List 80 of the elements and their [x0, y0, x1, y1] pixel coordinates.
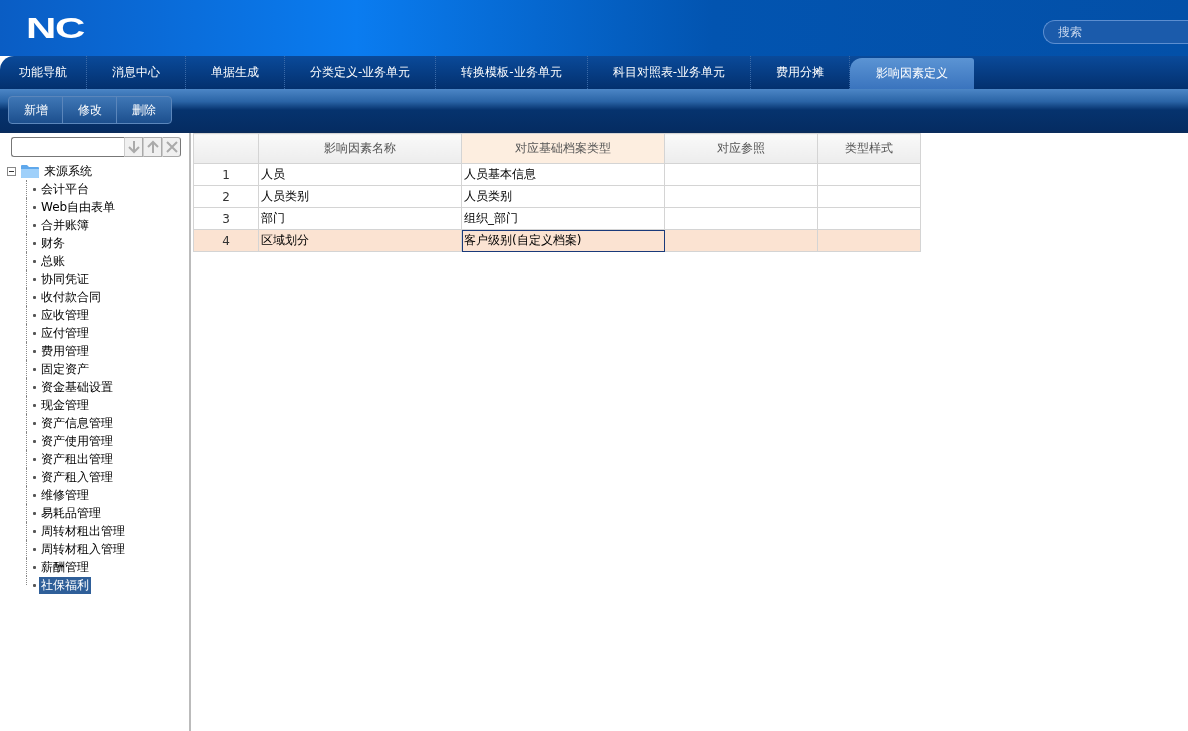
column-header[interactable]: 类型样式 [817, 133, 921, 164]
tree-item[interactable]: 合并账簿 [39, 216, 91, 234]
row-number: 3 [193, 207, 259, 230]
table-cell: 部门 [258, 207, 462, 230]
tree-item[interactable]: 协同凭证 [39, 270, 91, 288]
column-header[interactable]: 影响因素名称 [258, 133, 462, 164]
table-cell: 人员基本信息 [461, 163, 665, 186]
tree-item[interactable]: 周转材租出管理 [39, 522, 127, 540]
tree-item[interactable]: 资产租入管理 [39, 468, 115, 486]
bullet-icon [33, 511, 36, 515]
column-header[interactable]: 对应基础档案类型 [461, 133, 665, 164]
table-cell: 组织_部门 [461, 207, 665, 230]
toolbar-button[interactable]: 删除 [117, 97, 171, 123]
tree-item[interactable]: 资产使用管理 [39, 432, 115, 450]
bullet-icon [33, 331, 36, 335]
tree-item[interactable]: 总账 [39, 252, 67, 270]
bullet-icon [33, 349, 36, 353]
table-cell: 人员类别 [461, 185, 665, 208]
bullet-icon [33, 529, 36, 533]
tree-item[interactable]: 应收管理 [39, 306, 91, 324]
logo: NC [26, 13, 84, 43]
tree-item[interactable]: 收付款合同 [39, 288, 103, 306]
search-field[interactable]: 搜索 [1043, 20, 1188, 44]
tree-item[interactable]: 资金基础设置 [39, 378, 115, 396]
tree-item[interactable]: 费用管理 [39, 342, 91, 360]
table-row[interactable]: 3 部门 组织_部门 [193, 207, 921, 230]
tree-item[interactable]: 易耗品管理 [39, 504, 103, 522]
table-cell: 人员 [258, 163, 462, 186]
tree-item[interactable]: 资产信息管理 [39, 414, 115, 432]
bullet-icon [33, 565, 36, 569]
row-number: 4 [193, 229, 259, 252]
bullet-icon [33, 187, 36, 191]
table-cell: 人员类别 [258, 185, 462, 208]
tree-item[interactable]: 现金管理 [39, 396, 91, 414]
bullet-icon [33, 277, 36, 281]
folder-icon [21, 164, 39, 178]
bullet-icon [33, 223, 36, 227]
tab[interactable]: 影响因素定义 [850, 58, 975, 89]
tree-item[interactable]: 应付管理 [39, 324, 91, 342]
table-row[interactable]: 2 人员类别 人员类别 [193, 185, 921, 208]
bullet-icon [33, 475, 36, 479]
bullet-icon [33, 439, 36, 443]
bullet-icon [33, 421, 36, 425]
bullet-icon [33, 547, 36, 551]
bullet-icon [33, 205, 36, 209]
tree-item[interactable]: 社保福利 [39, 576, 91, 594]
bullet-icon [33, 457, 36, 461]
bullet-icon [33, 313, 36, 317]
tree-item[interactable]: 周转材租入管理 [39, 540, 127, 558]
bullet-icon [33, 367, 36, 371]
bullet-icon [33, 295, 36, 299]
table-cell: 客户级别(自定义档案) [461, 229, 665, 252]
row-number: 1 [193, 163, 259, 186]
toolbar-button[interactable]: 修改 [63, 97, 117, 123]
row-number: 2 [193, 185, 259, 208]
tree-item[interactable]: 资产租出管理 [39, 450, 115, 468]
tree-item[interactable]: 维修管理 [39, 486, 91, 504]
corner-cell [193, 133, 259, 164]
tree-item[interactable]: 会计平台 [39, 180, 91, 198]
bullet-icon [33, 403, 36, 407]
table-row[interactable]: 4 区域划分 客户级别(自定义档案) [193, 229, 921, 252]
bullet-icon [33, 583, 36, 587]
tree-item[interactable]: 固定资产 [39, 360, 91, 378]
tree-item[interactable]: Web自由表单 [39, 198, 118, 216]
table-cell: 区域划分 [258, 229, 462, 252]
collapse-icon[interactable] [7, 166, 16, 176]
tree-item[interactable]: 薪酬管理 [39, 558, 91, 576]
bullet-icon [33, 385, 36, 389]
tree-item[interactable]: 来源系统 [42, 162, 94, 180]
up-arrow-icon[interactable] [143, 137, 162, 157]
bullet-icon [33, 259, 36, 263]
bullet-icon [33, 493, 36, 497]
tree-item[interactable]: 财务 [39, 234, 67, 252]
table-row[interactable]: 1 人员 人员基本信息 [193, 163, 921, 186]
toolbar-button[interactable]: 新增 [9, 97, 63, 123]
tree-search-field[interactable] [11, 137, 124, 157]
column-header[interactable]: 对应参照 [664, 133, 818, 164]
close-icon[interactable] [162, 137, 181, 157]
down-arrow-icon[interactable] [124, 137, 143, 157]
bullet-icon [33, 241, 36, 245]
